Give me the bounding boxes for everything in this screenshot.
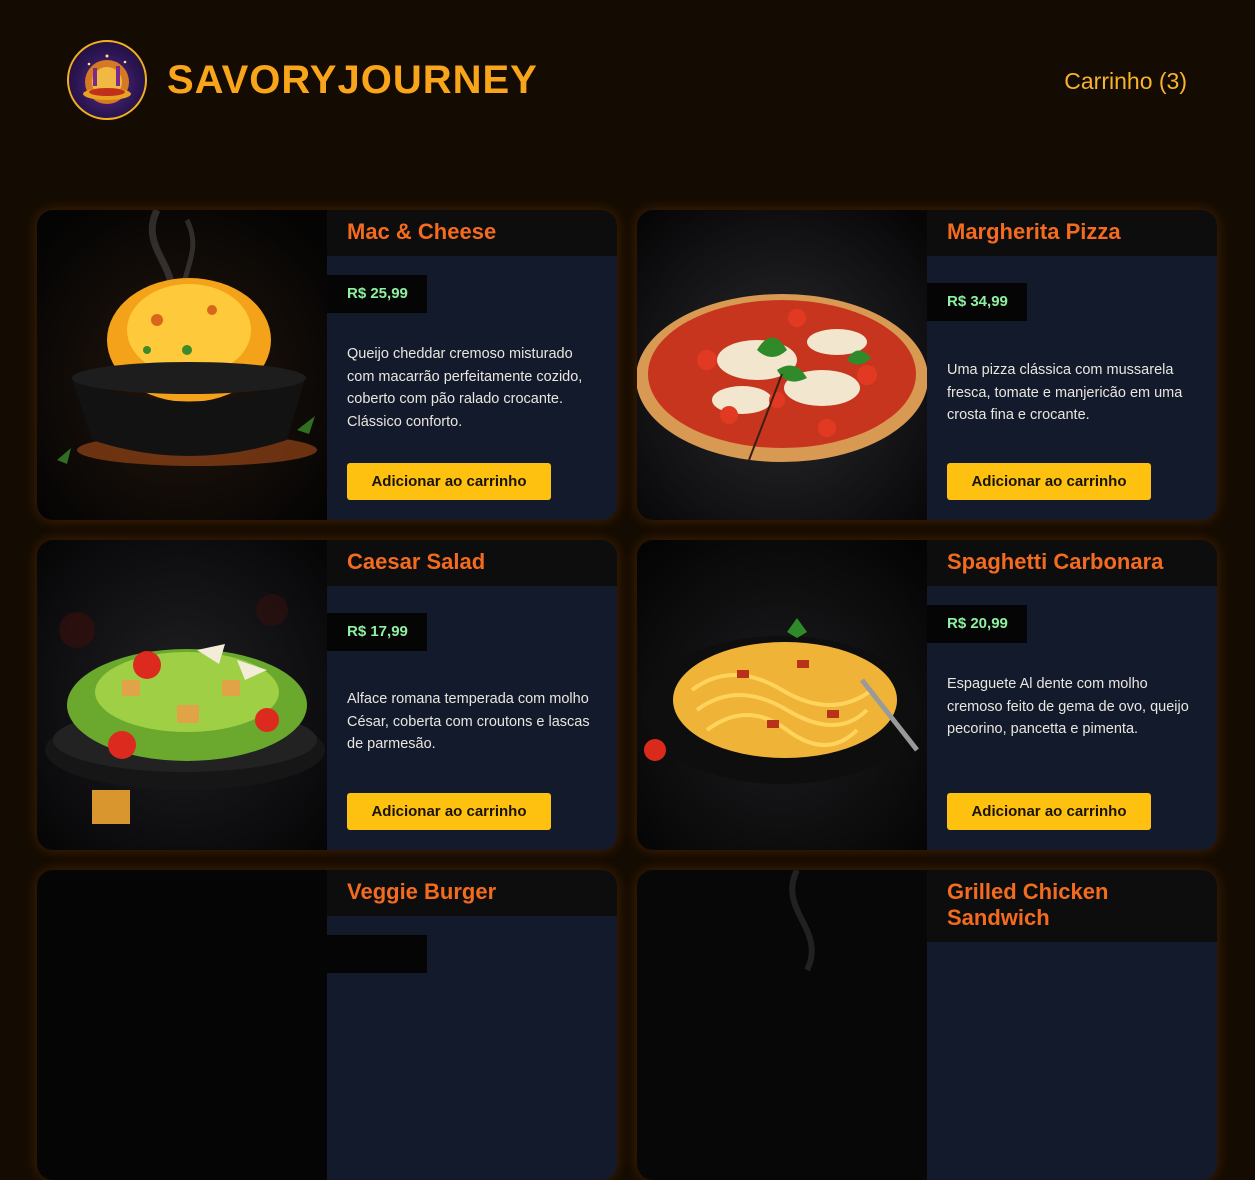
spaghetti-carbonara-image <box>637 540 927 850</box>
item-title: Mac & Cheese <box>347 219 497 244</box>
menu-card-mac-cheese: Mac & Cheese R$ 25,99 Queijo cheddar cre… <box>37 210 617 520</box>
add-to-cart-button[interactable]: Adicionar ao carrinho <box>347 793 551 830</box>
item-description: Alface romana temperada com molho César,… <box>347 691 590 752</box>
title-bar: Veggie Burger <box>327 870 617 916</box>
caesar-salad-image <box>37 540 327 850</box>
item-title: Grilled Chicken Sandwich <box>947 879 1109 930</box>
price-badge: R$ 25,99 <box>327 275 427 313</box>
margherita-pizza-image <box>637 210 927 520</box>
title-bar: Grilled Chicken Sandwich <box>927 870 1217 942</box>
menu-card-spaghetti-carbonara: Spaghetti Carbonara R$ 20,99 Espaguete A… <box>637 540 1217 850</box>
menu-card-caesar-salad: Caesar Salad R$ 17,99 Alface romana temp… <box>37 540 617 850</box>
item-description: Espaguete Al dente com molho cremoso fei… <box>947 676 1189 737</box>
cart-link[interactable]: Carrinho (3) <box>1064 66 1187 96</box>
site-header: SAVORYJOURNEY Carrinho (3) <box>0 0 1255 160</box>
title-bar: Spaghetti Carbonara <box>927 540 1217 586</box>
logo[interactable] <box>67 40 147 120</box>
price-badge: R$ 17,99 <box>327 613 427 651</box>
title-bar: Margherita Pizza <box>927 210 1217 256</box>
add-to-cart-button[interactable]: Adicionar ao carrinho <box>947 463 1151 500</box>
grilled-chicken-sandwich-image <box>637 870 927 1180</box>
veggie-burger-image <box>37 870 327 1180</box>
brand-name[interactable]: SAVORYJOURNEY <box>167 54 538 106</box>
price-badge: R$ 20,99 <box>927 605 1027 643</box>
logo-icon <box>83 54 131 104</box>
title-bar: Caesar Salad <box>327 540 617 586</box>
menu-card-margherita-pizza: Margherita Pizza R$ 34,99 Uma pizza clás… <box>637 210 1217 520</box>
mac-cheese-image <box>37 210 327 520</box>
item-title: Margherita Pizza <box>947 219 1121 244</box>
title-bar: Mac & Cheese <box>327 210 617 256</box>
add-to-cart-button[interactable]: Adicionar ao carrinho <box>947 793 1151 830</box>
item-title: Caesar Salad <box>347 549 486 574</box>
menu-card-grilled-chicken-sandwich: Grilled Chicken Sandwich <box>637 870 1217 1180</box>
add-to-cart-button[interactable]: Adicionar ao carrinho <box>347 463 551 500</box>
item-title: Veggie Burger <box>347 879 497 904</box>
item-description: Queijo cheddar cremoso misturado com mac… <box>347 346 583 430</box>
item-description: Uma pizza clássica com mussarela fresca,… <box>947 362 1183 423</box>
item-title: Spaghetti Carbonara <box>947 549 1164 574</box>
menu-card-veggie-burger: Veggie Burger <box>37 870 617 1180</box>
price-badge: R$ 34,99 <box>927 283 1027 321</box>
